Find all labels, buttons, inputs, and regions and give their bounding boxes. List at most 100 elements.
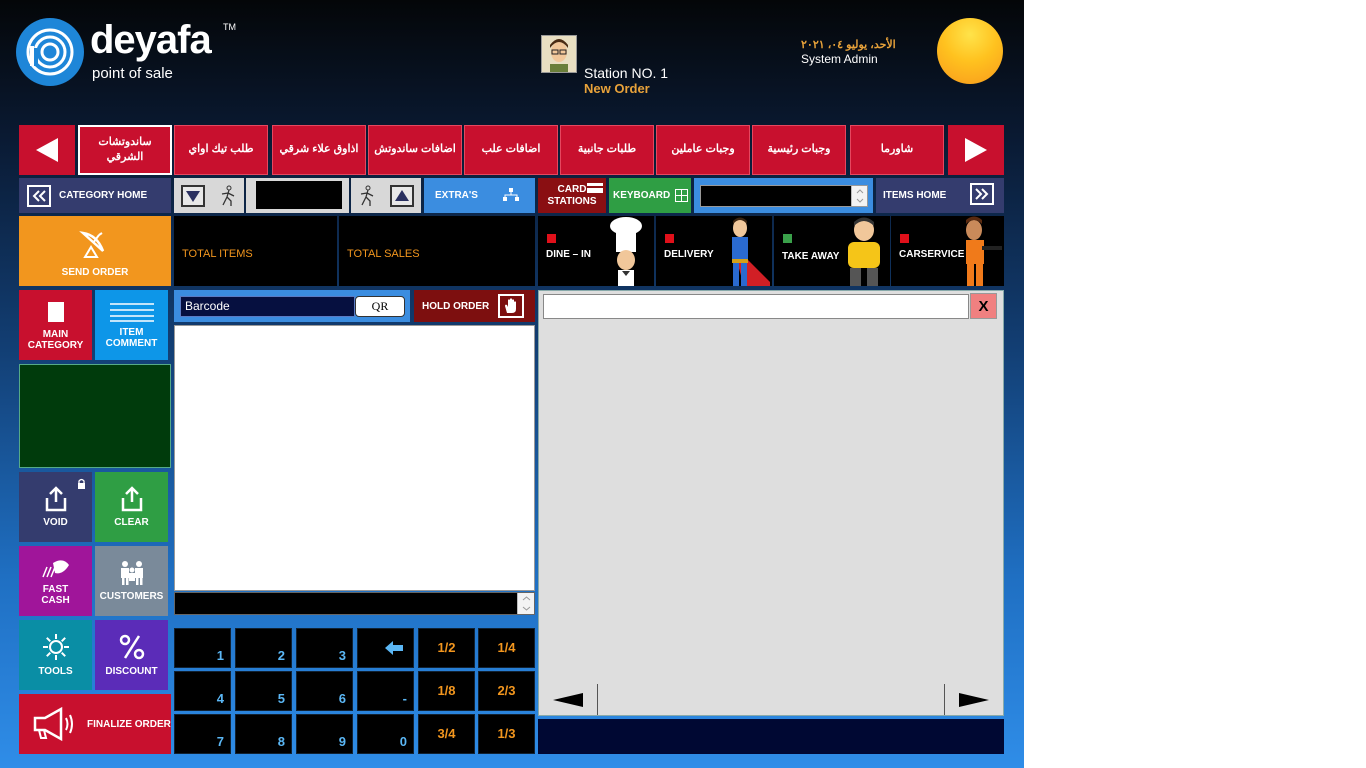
numpad-fraction-2-3[interactable]: 2/3 <box>478 671 535 711</box>
customer-info-panel <box>19 364 171 468</box>
numpad-key-3[interactable]: 3 <box>296 628 353 668</box>
order-type-take-away[interactable]: TAKE AWAY <box>774 216 890 286</box>
share-icon <box>45 486 66 512</box>
discount-button[interactable]: DISCOUNT <box>95 620 168 690</box>
arrow-right-icon <box>965 138 987 162</box>
gear-icon <box>42 634 69 660</box>
extras-button[interactable]: EXTRA'S <box>424 178 535 213</box>
share-icon <box>121 486 142 512</box>
quantity-field-frame <box>246 178 349 213</box>
sun-icon[interactable] <box>937 18 1003 84</box>
arrow-right-icon <box>959 692 989 707</box>
numpad-key-minus[interactable]: - <box>357 671 414 711</box>
document-icon <box>47 301 64 322</box>
numpad-key-8[interactable]: 8 <box>235 714 292 754</box>
send-order-button[interactable]: SEND ORDER <box>19 216 171 286</box>
numpad-fraction-3-4[interactable]: 3/4 <box>418 714 475 754</box>
close-button[interactable]: X <box>970 293 997 319</box>
backspace-arrow-icon <box>384 641 403 655</box>
arrow-left-icon <box>36 138 58 162</box>
fast-cash-button[interactable]: FAST CASH <box>19 546 92 616</box>
quantity-field[interactable] <box>256 181 342 209</box>
spin-arrows-icon <box>856 189 864 203</box>
items-panel <box>538 290 1004 716</box>
qr-button[interactable]: QR <box>355 296 405 317</box>
numpad-key-5[interactable]: 5 <box>235 671 292 711</box>
arrow-left-icon <box>553 692 583 707</box>
items-filter-input[interactable] <box>543 294 969 319</box>
numpad-key-1[interactable]: 1 <box>174 628 231 668</box>
status-dot <box>547 234 556 243</box>
station-number: Station NO. 1 <box>584 65 669 81</box>
triangle-up-icon <box>395 189 409 201</box>
scroll-down-button[interactable] <box>181 184 205 207</box>
comment-scroll[interactable] <box>517 593 534 614</box>
void-button[interactable]: VOID <box>19 472 92 542</box>
item-search-input[interactable] <box>700 185 868 207</box>
category-6[interactable]: وجبات عاملين <box>656 125 750 175</box>
category-7[interactable]: وجبات رئيسية <box>752 125 846 175</box>
lock-icon <box>78 478 85 489</box>
order-type-delivery[interactable]: DELIVERY <box>656 216 772 286</box>
order-comment-field[interactable] <box>174 592 535 615</box>
order-items-list[interactable] <box>174 325 535 591</box>
category-home-button[interactable]: CATEGORY HOME <box>19 178 171 213</box>
keyboard-grid-icon <box>675 189 688 202</box>
category-4[interactable]: اضافات علب <box>464 125 558 175</box>
category-0[interactable]: ساندوتشات الشرقي <box>78 125 172 175</box>
order-type-carservice[interactable]: CARSERVICE <box>891 216 1004 286</box>
numpad-fraction-1-8[interactable]: 1/8 <box>418 671 475 711</box>
numpad-backspace[interactable] <box>357 628 414 668</box>
logo-icon <box>16 18 84 86</box>
scroll-down-control[interactable] <box>174 178 244 213</box>
order-type-dine-in[interactable]: DINE – IN <box>538 216 654 286</box>
card-icon <box>587 183 603 193</box>
category-2[interactable]: اذاوق علاء شرقي <box>272 125 366 175</box>
percent-icon <box>119 634 144 660</box>
category-prev-button[interactable] <box>19 125 75 175</box>
numpad-fraction-1-3[interactable]: 1/3 <box>478 714 535 754</box>
spin-scroll[interactable] <box>851 186 867 206</box>
fast-cash-icon <box>41 559 69 577</box>
numpad-fraction-1-4[interactable]: 1/4 <box>478 628 535 668</box>
status-dot <box>783 234 792 243</box>
user-name: System Admin <box>801 52 878 66</box>
clear-button[interactable]: CLEAR <box>95 472 168 542</box>
numpad-key-2[interactable]: 2 <box>235 628 292 668</box>
item-comment-button[interactable]: ITEM COMMENT <box>95 290 168 360</box>
barcode-input[interactable]: Barcode <box>180 296 355 317</box>
numpad-fraction-1-2[interactable]: 1/2 <box>418 628 475 668</box>
hold-order-button[interactable]: HOLD ORDER <box>414 290 535 322</box>
numpad-key-0[interactable]: 0 <box>357 714 414 754</box>
customers-button[interactable]: CUSTOMERS <box>95 546 168 616</box>
items-home-button[interactable]: ITEMS HOME <box>876 178 1004 213</box>
total-items-panel: TOTAL ITEMS <box>174 216 337 286</box>
satellite-dish-icon <box>79 230 105 258</box>
category-3[interactable]: اضافات ساندوتش <box>368 125 462 175</box>
category-8[interactable]: شاورما <box>850 125 944 175</box>
lines-icon <box>109 302 154 322</box>
category-next-button[interactable] <box>948 125 1004 175</box>
items-next-button[interactable] <box>944 684 1003 715</box>
card-stations-button[interactable]: CARD STATIONS <box>538 178 606 213</box>
finalize-order-button[interactable]: FINALIZE ORDER <box>19 694 171 754</box>
category-5[interactable]: طلبات جانبية <box>560 125 654 175</box>
main-category-button[interactable]: MAIN CATEGORY <box>19 290 92 360</box>
delivery-hero-icon <box>732 217 770 286</box>
scroll-up-control[interactable] <box>351 178 421 213</box>
double-right-icon <box>970 183 994 205</box>
numpad-key-6[interactable]: 6 <box>296 671 353 711</box>
keyboard-button[interactable]: KEYBOARD <box>609 178 691 213</box>
avatar <box>541 35 577 73</box>
status-dot <box>900 234 909 243</box>
items-prev-button[interactable] <box>539 684 598 715</box>
numpad-key-7[interactable]: 7 <box>174 714 231 754</box>
numpad-key-4[interactable]: 4 <box>174 671 231 711</box>
waiter-icon <box>966 216 1002 286</box>
status-dot <box>665 234 674 243</box>
category-1[interactable]: طلب تيك اواي <box>174 125 268 175</box>
tools-button[interactable]: TOOLS <box>19 620 92 690</box>
total-sales-panel: TOTAL SALES <box>339 216 535 286</box>
scroll-up-button[interactable] <box>390 184 414 207</box>
numpad-key-9[interactable]: 9 <box>296 714 353 754</box>
